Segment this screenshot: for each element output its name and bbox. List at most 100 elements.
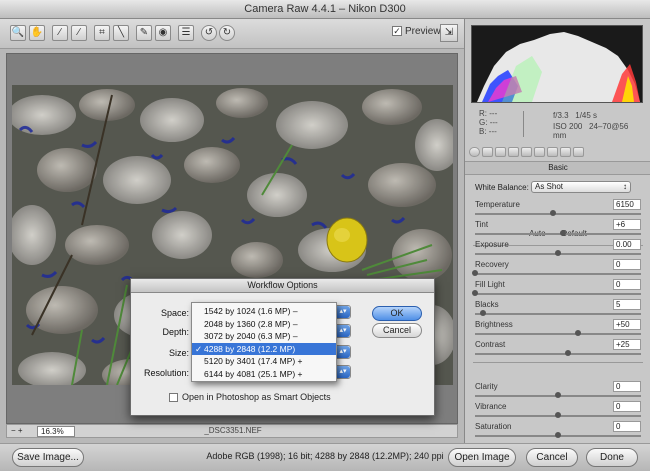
- control-value-field[interactable]: 0: [613, 259, 641, 270]
- white-balance-row: White Balance: As Shot ↕: [475, 181, 641, 195]
- size-option[interactable]: 3072 by 2040 (6.3 MP) –: [192, 330, 336, 343]
- camera-raw-window: Camera Raw 4.4.1 – Nikon D300 🔍 ✋ ∕ ∕ ⌗ …: [0, 0, 650, 471]
- size-option-label: 1542 by 1024 (1.6 MP) –: [204, 306, 298, 316]
- b-label: B:: [479, 127, 487, 136]
- hand-icon[interactable]: ✋: [29, 25, 45, 41]
- control-value-field[interactable]: +50: [613, 319, 641, 330]
- retouch-icon[interactable]: ✎: [136, 25, 152, 41]
- slider-thumb[interactable]: [550, 210, 557, 216]
- slider-track[interactable]: [475, 233, 641, 235]
- white-balance-icon[interactable]: ∕: [52, 25, 68, 41]
- control-value-field[interactable]: 0: [613, 279, 641, 290]
- control-contrast: Contrast +25: [475, 339, 641, 364]
- control-value-field[interactable]: 0: [613, 381, 641, 392]
- slider-track[interactable]: [475, 273, 641, 275]
- space-label: Space:: [160, 308, 189, 318]
- tab-lens-corrections[interactable]: [534, 147, 545, 157]
- control-label: Brightness: [475, 320, 513, 329]
- slider-thumb[interactable]: [559, 230, 566, 236]
- straighten-icon[interactable]: ╲: [113, 25, 129, 41]
- panel-title: Basic: [465, 161, 650, 175]
- control-value-field[interactable]: 0.00: [613, 239, 641, 250]
- cancel-button[interactable]: Cancel: [526, 448, 578, 467]
- slider-thumb[interactable]: [472, 290, 478, 296]
- dialog-title: Workflow Options: [131, 279, 434, 293]
- control-value-field[interactable]: 0: [613, 401, 641, 412]
- slider-thumb[interactable]: [574, 330, 581, 336]
- slider-track[interactable]: [475, 353, 641, 355]
- slider-track[interactable]: [475, 333, 641, 335]
- tab-hsl[interactable]: [508, 147, 519, 157]
- done-button[interactable]: Done: [586, 448, 638, 467]
- camera-info: R: --- G: --- B: --- f/3.3 1/45 s ISO 20…: [471, 107, 643, 141]
- histogram: [471, 25, 643, 103]
- smart-objects-option[interactable]: Open in Photoshop as Smart Objects: [169, 392, 331, 403]
- size-option[interactable]: 2048 by 1360 (2.8 MP) –: [192, 318, 336, 331]
- size-option-label: 5120 by 3401 (17.4 MP) +: [204, 356, 303, 367]
- slider-thumb[interactable]: [555, 432, 561, 438]
- slider-thumb[interactable]: [555, 392, 561, 398]
- size-option-label: 4288 by 2848 (12.2 MP): [204, 343, 296, 354]
- tab-split-toning[interactable]: [521, 147, 532, 157]
- tab-detail[interactable]: [495, 147, 506, 157]
- b-value: ---: [488, 127, 497, 136]
- slider-track[interactable]: [475, 313, 641, 315]
- dialog-cancel-button[interactable]: Cancel: [372, 323, 422, 338]
- select-arrow-icon: ▴▾: [336, 306, 350, 318]
- control-label: Vibrance: [475, 402, 507, 411]
- size-option[interactable]: 6144 by 4081 (25.1 MP) +: [192, 368, 336, 381]
- open-image-button[interactable]: Open Image: [448, 448, 516, 467]
- control-value-field[interactable]: 0: [613, 421, 641, 432]
- select-arrow-icon: ▴▾: [336, 325, 350, 337]
- size-label: Size:: [168, 348, 189, 358]
- zoom-icon[interactable]: 🔍: [10, 25, 26, 41]
- g-value: ---: [489, 118, 498, 127]
- color-sampler-icon[interactable]: ∕: [71, 25, 87, 41]
- white-balance-label: White Balance:: [475, 183, 529, 192]
- rotate-cw-icon[interactable]: ↻: [219, 25, 235, 41]
- slider-thumb[interactable]: [555, 412, 561, 418]
- crop-icon[interactable]: ⌗: [94, 25, 110, 41]
- window-title: Camera Raw 4.4.1 – Nikon D300: [0, 0, 650, 19]
- preview-checkbox[interactable]: ✓: [392, 26, 402, 37]
- rotate-ccw-icon[interactable]: ↺: [201, 25, 217, 41]
- slider-thumb[interactable]: [555, 250, 561, 256]
- control-value-field[interactable]: 5: [613, 299, 641, 310]
- ok-button[interactable]: OK: [372, 306, 422, 321]
- tab-presets[interactable]: [560, 147, 571, 157]
- panel-tabs: [469, 147, 647, 161]
- slider-thumb[interactable]: [472, 270, 478, 276]
- footer-bar: Save Image... Adobe RGB (1998); 16 bit; …: [0, 443, 650, 471]
- preview-toggle[interactable]: ✓ Preview: [392, 26, 441, 37]
- control-label: Contrast: [475, 340, 506, 349]
- size-option[interactable]: ✓ 4288 by 2848 (12.2 MP): [192, 342, 336, 356]
- control-value-field[interactable]: +25: [613, 339, 641, 350]
- control-label: Recovery: [475, 260, 509, 269]
- control-value-field[interactable]: +6: [613, 219, 641, 230]
- control-value-field[interactable]: 6150: [613, 199, 641, 210]
- control-label: Fill Light: [475, 280, 505, 289]
- size-dropdown-menu: 1542 by 1024 (1.6 MP) – 2048 by 1360 (2.8…: [191, 302, 337, 382]
- iso-value: ISO 200: [553, 122, 583, 131]
- white-balance-select[interactable]: As Shot ↕: [531, 181, 631, 193]
- slider-thumb[interactable]: [564, 350, 571, 356]
- size-option-label: 6144 by 4081 (25.1 MP) +: [204, 368, 303, 379]
- slider-track[interactable]: [475, 213, 641, 215]
- tab-camera-calibration[interactable]: [547, 147, 558, 157]
- size-option[interactable]: 1542 by 1024 (1.6 MP) –: [192, 305, 336, 318]
- slider-thumb[interactable]: [480, 310, 487, 316]
- smart-objects-checkbox[interactable]: [169, 393, 178, 403]
- r-label: R:: [479, 109, 487, 118]
- control-label: Clarity: [475, 382, 498, 391]
- control-label: Blacks: [475, 300, 499, 309]
- tab-tone-curve[interactable]: [482, 147, 493, 157]
- tab-basic[interactable]: [469, 147, 480, 157]
- size-option-label: 3072 by 2040 (6.3 MP) –: [204, 331, 298, 342]
- red-eye-icon[interactable]: ◉: [155, 25, 171, 41]
- tab-snapshots[interactable]: [573, 147, 584, 157]
- smart-objects-label: Open in Photoshop as Smart Objects: [182, 392, 331, 402]
- slider-track[interactable]: [475, 293, 641, 295]
- fullscreen-icon[interactable]: ⇲: [440, 24, 458, 42]
- size-option[interactable]: 5120 by 3401 (17.4 MP) +: [192, 355, 336, 368]
- preferences-icon[interactable]: ☰: [178, 25, 194, 41]
